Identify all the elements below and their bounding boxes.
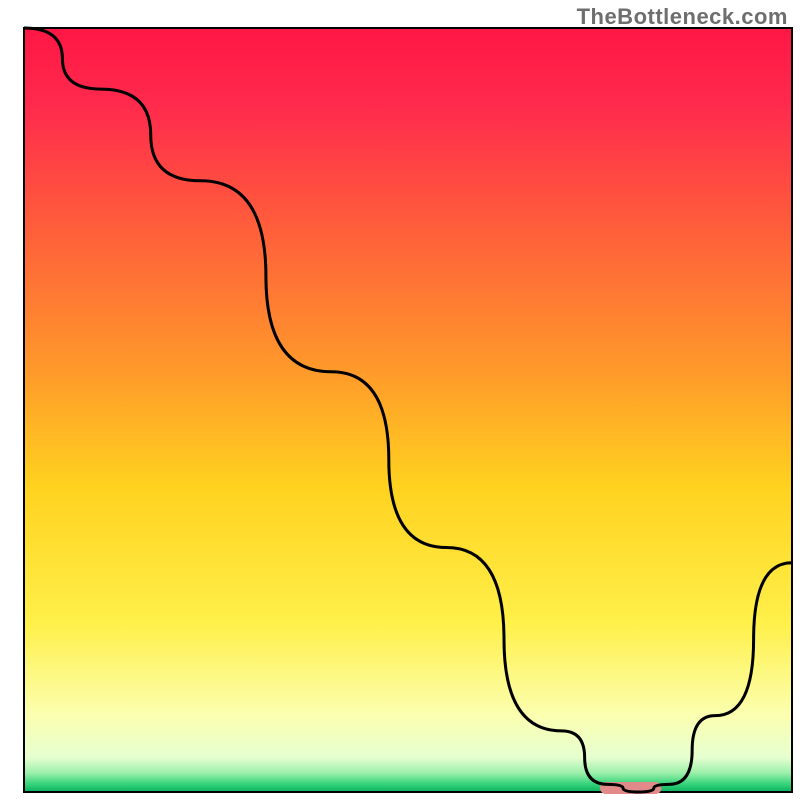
bottleneck-chart bbox=[0, 0, 800, 800]
gradient-background bbox=[24, 28, 792, 792]
chart-stage: TheBottleneck.com bbox=[0, 0, 800, 800]
